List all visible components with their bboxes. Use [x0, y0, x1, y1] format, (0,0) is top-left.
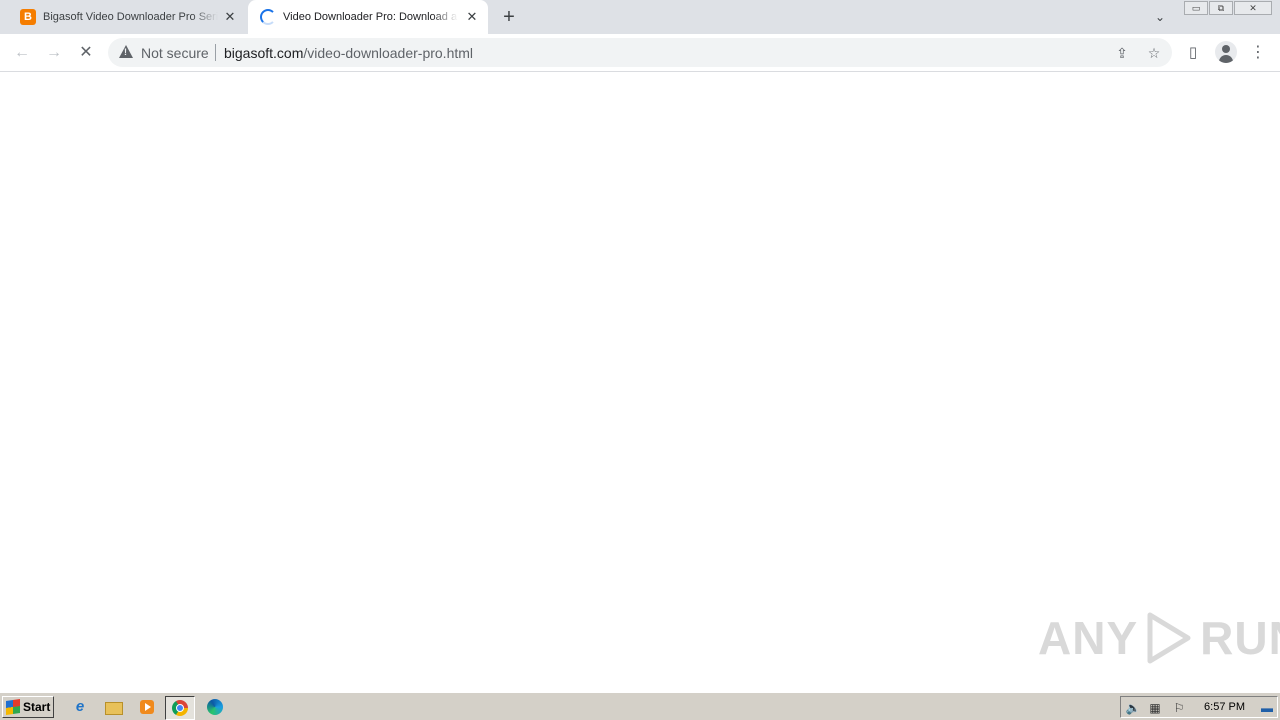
folder-icon[interactable]: [103, 697, 123, 717]
new-tab-button[interactable]: +: [499, 7, 519, 27]
media-player-icon[interactable]: [137, 697, 157, 717]
close-icon[interactable]: ✕: [464, 9, 480, 25]
stop-loading-button[interactable]: ✕: [74, 41, 98, 65]
clock[interactable]: 6:57 PM: [1204, 701, 1245, 713]
windows-flag-icon: [6, 699, 20, 715]
blogger-icon: B: [20, 9, 36, 25]
profile-avatar-icon[interactable]: [1215, 41, 1237, 63]
tab-title: Video Downloader Pro: Download and: [283, 11, 458, 23]
tab-strip: B Bigasoft Video Downloader Pro Serial ✕…: [0, 0, 1280, 34]
show-desktop-icon[interactable]: ▬: [1259, 700, 1275, 716]
ie-icon[interactable]: e: [70, 697, 90, 717]
security-label[interactable]: Not secure: [141, 45, 209, 61]
watermark-left-text: ANY: [1038, 612, 1139, 664]
forward-button[interactable]: →: [42, 41, 66, 65]
tab-video-downloader-pro[interactable]: Video Downloader Pro: Download and ✕: [248, 0, 488, 34]
url-path: /video-downloader-pro.html: [303, 45, 474, 61]
minimize-button[interactable]: ▭: [1184, 1, 1208, 15]
window-close-button[interactable]: ✕: [1234, 1, 1272, 15]
anyrun-watermark: ANY RUN: [1038, 608, 1280, 668]
close-icon[interactable]: ✕: [222, 9, 238, 25]
edge-icon[interactable]: [205, 697, 225, 717]
volume-icon[interactable]: 🔈: [1125, 700, 1141, 716]
chrome-icon[interactable]: [165, 696, 195, 720]
address-bar[interactable]: Not secure bigasoft.com/video-downloader…: [108, 38, 1172, 67]
start-button[interactable]: Start: [2, 696, 54, 718]
taskbar: Start e 🔈 ▦ ⚐ 6:57 PM ▬: [0, 692, 1280, 720]
system-tray: 🔈 ▦ ⚐ 6:57 PM ▬: [1120, 696, 1278, 718]
url-text[interactable]: bigasoft.com/video-downloader-pro.html: [224, 45, 473, 61]
network-icon[interactable]: ▦: [1147, 700, 1163, 716]
tab-title: Bigasoft Video Downloader Pro Serial: [43, 11, 218, 23]
chrome-menu-button[interactable]: ⋮: [1246, 41, 1270, 65]
start-label: Start: [23, 700, 51, 714]
tab-bigasoft-serial[interactable]: B Bigasoft Video Downloader Pro Serial ✕: [8, 0, 246, 34]
tab-search-button[interactable]: ⌄: [1151, 8, 1169, 26]
browser-toolbar: ← → ✕ Not secure bigasoft.com/video-down…: [0, 34, 1280, 72]
watermark-right-text: RUN: [1200, 612, 1280, 664]
divider: [215, 44, 216, 61]
restore-button[interactable]: ⧉: [1209, 1, 1233, 15]
play-triangle-icon: [1147, 612, 1191, 664]
side-panel-button[interactable]: ▯: [1181, 41, 1205, 65]
loading-spinner-icon: [260, 9, 276, 25]
page-content: [0, 72, 1280, 692]
bookmark-star-icon[interactable]: ☆: [1144, 43, 1164, 63]
action-center-flag-icon[interactable]: ⚐: [1171, 700, 1187, 716]
back-button[interactable]: ←: [10, 41, 34, 65]
url-host: bigasoft.com: [224, 45, 304, 61]
share-icon[interactable]: ⇪: [1112, 43, 1132, 63]
warning-icon[interactable]: [119, 45, 133, 58]
